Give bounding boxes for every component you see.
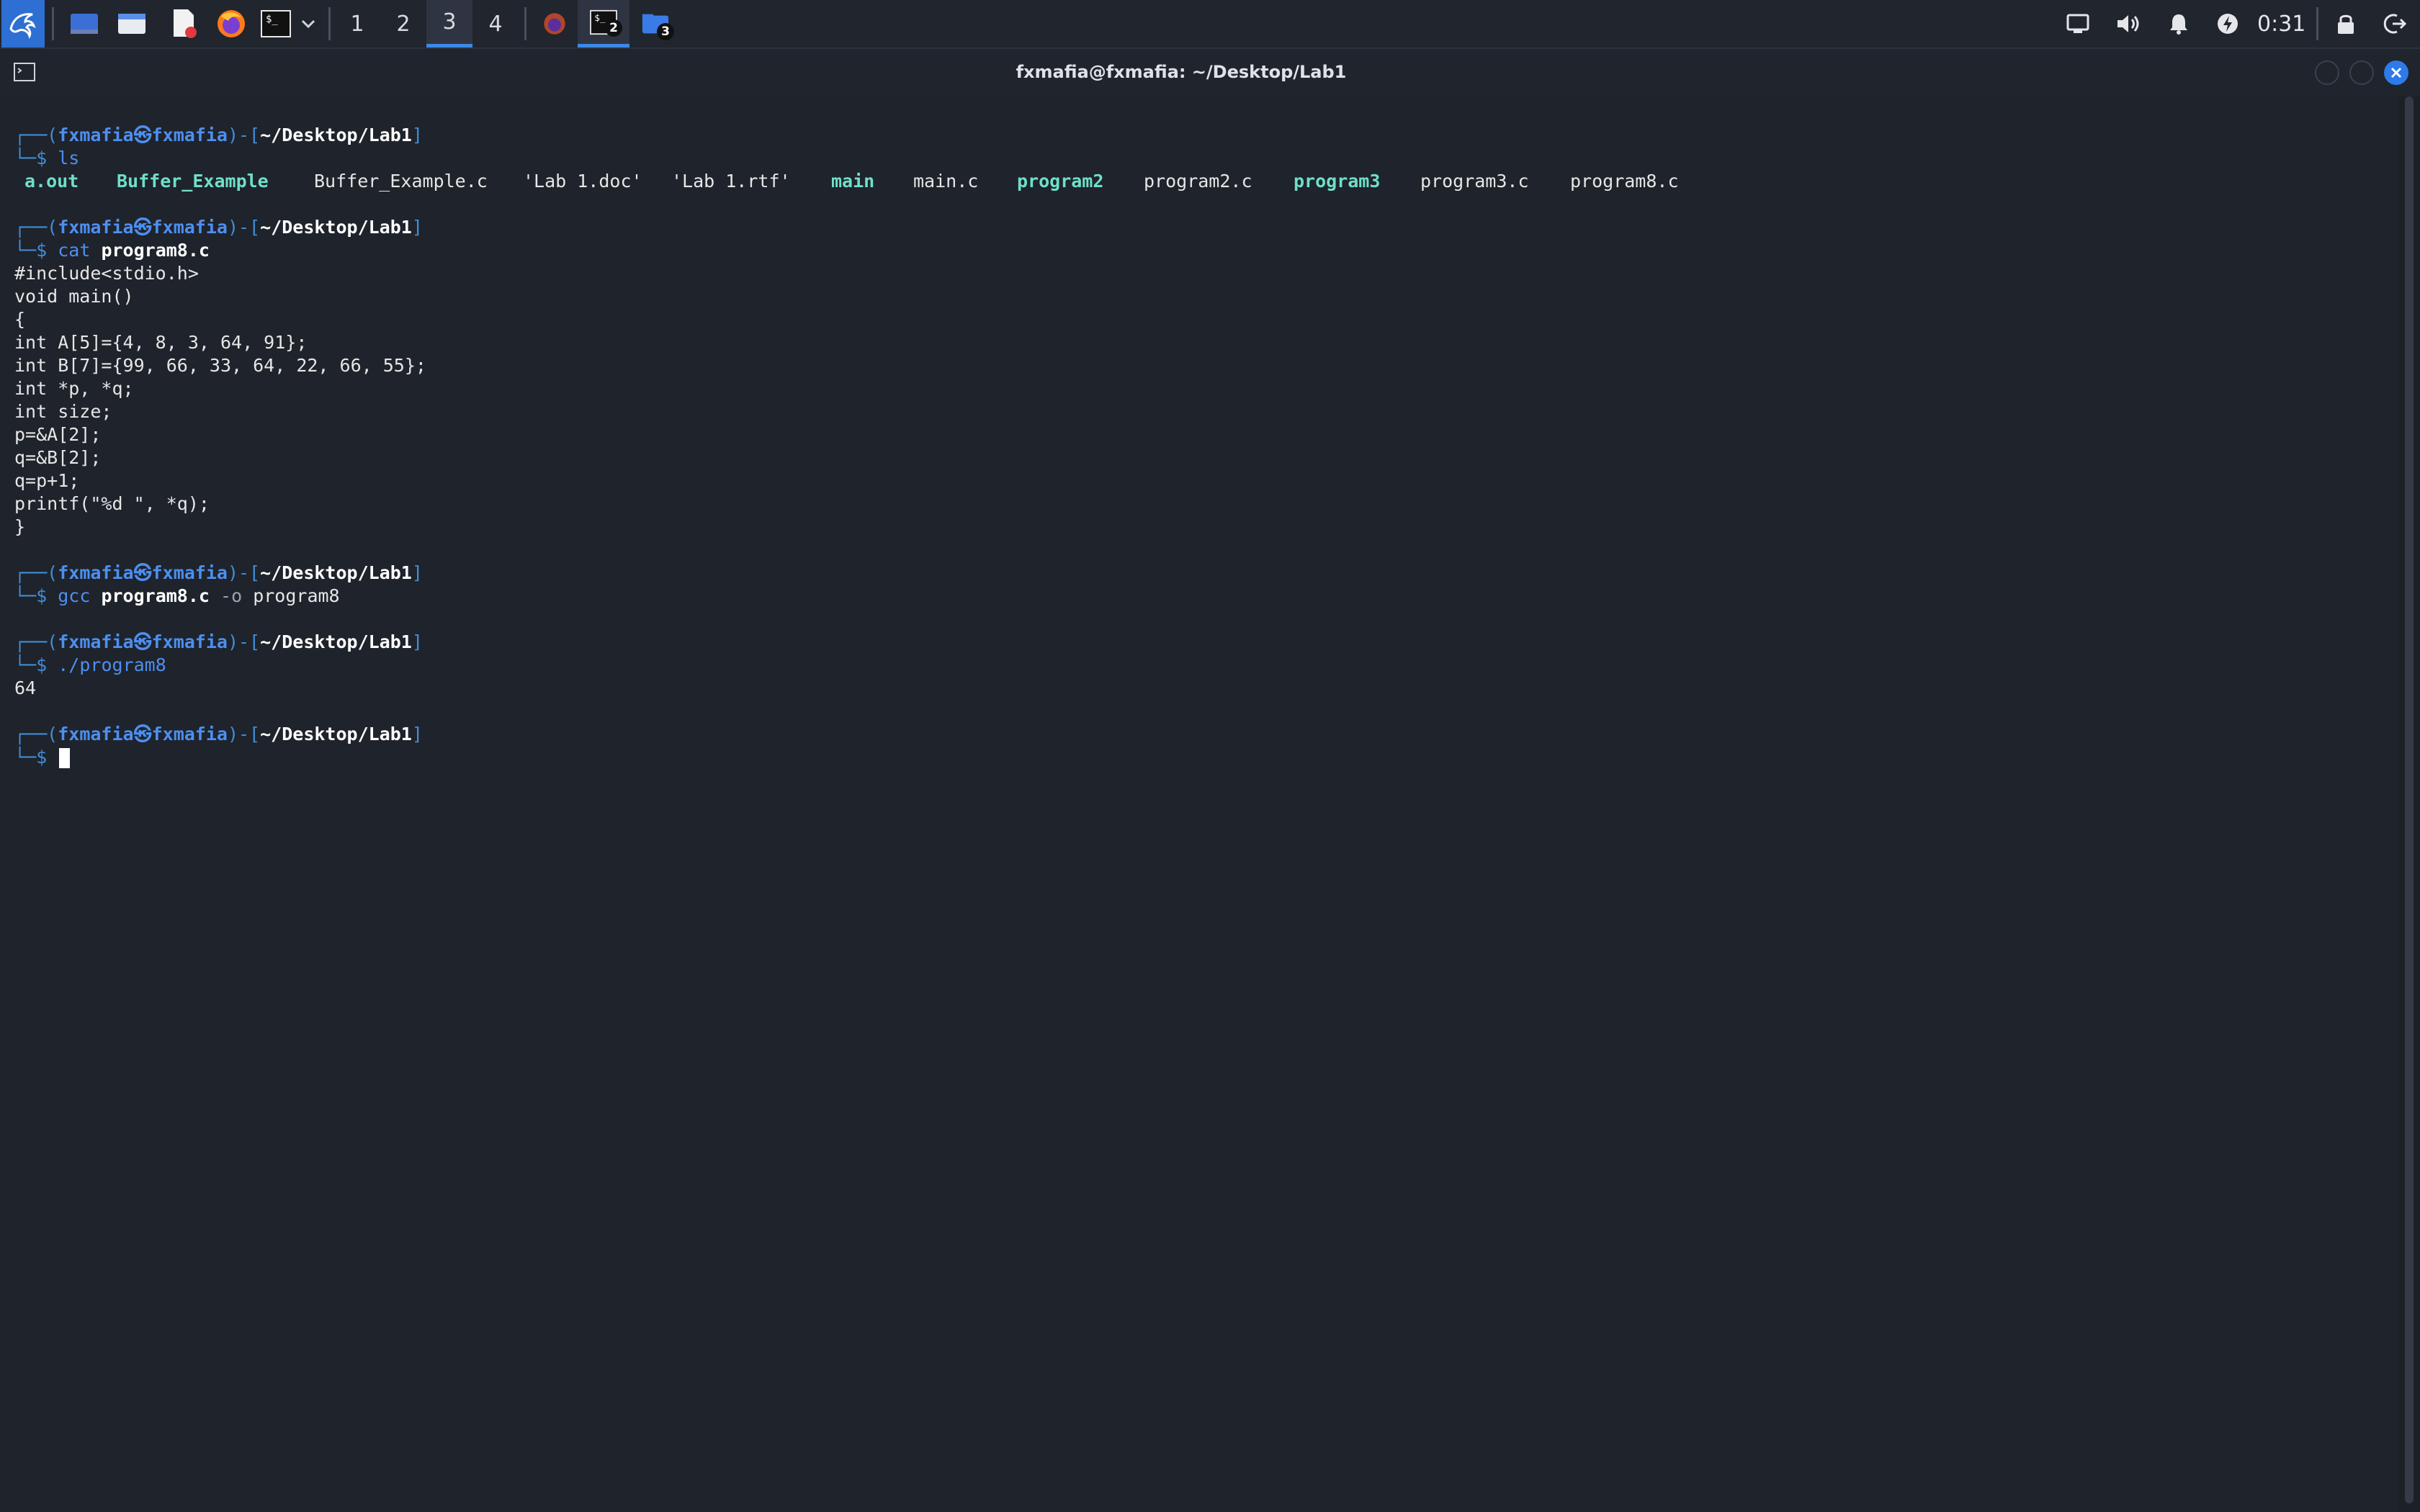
taskbar-terminal-window[interactable]: $_ 2 (578, 0, 629, 48)
speaker-icon (2118, 15, 2139, 32)
logout-button[interactable] (2377, 4, 2413, 43)
window-title: fxmafia@fxmafia: ~/Desktop/Lab1 (1016, 62, 1347, 82)
display-tray-button[interactable] (2060, 4, 2096, 43)
ls-output: a.out Buffer_Example Buffer_Example.c 'L… (24, 170, 1753, 193)
code-line: { (14, 309, 26, 330)
ls-entry: program3.c (1420, 171, 1529, 192)
battery-charging-icon (2218, 14, 2238, 34)
ls-entry: 'Lab 1.rtf' (671, 171, 791, 192)
workspace-2[interactable]: 2 (380, 0, 426, 48)
code-line: q=p+1; (14, 470, 80, 491)
ls-entry: program2.c (1144, 171, 1252, 192)
show-desktop-button[interactable] (66, 4, 102, 43)
code-line: p=&A[2]; (14, 424, 102, 445)
ls-entry: 'Lab 1.doc' (523, 171, 642, 192)
window-count-badge: 2 (605, 19, 622, 37)
text-cursor (59, 748, 71, 768)
code-line: int *p, *q; (14, 378, 134, 399)
close-icon (2390, 67, 2402, 78)
prompt-line: ┌──(fxmafia㉿fxmafia)-[~/Desktop/Lab1] (14, 217, 423, 238)
top-panel: $_ 1 2 3 4 $_ 2 3 0:31 (0, 0, 2420, 49)
panel-separator (52, 7, 54, 40)
workspace-1[interactable]: 1 (334, 0, 380, 48)
kali-menu-button[interactable] (1, 0, 45, 48)
terminal-launcher-dropdown[interactable] (295, 4, 321, 43)
terminal-output-area[interactable] (0, 96, 2398, 1512)
command-line: └─$ gcc program8.c -o program8 (14, 585, 340, 606)
volume-tray-button[interactable] (2110, 4, 2146, 43)
window-count-badge: 3 (657, 23, 674, 40)
svg-text:$_: $_ (594, 12, 606, 23)
firefox-icon (544, 13, 565, 35)
power-tray-button[interactable] (2210, 4, 2246, 43)
firefox-icon (218, 10, 245, 37)
code-line: #include<stdio.h> (14, 263, 199, 284)
logout-icon (2383, 14, 2407, 34)
panel-separator (2316, 7, 2318, 40)
active-command-line[interactable]: └─$ (14, 746, 71, 769)
terminal-launcher[interactable]: $_ (258, 4, 294, 43)
ls-entry: Buffer_Example (117, 171, 269, 192)
command-line: └─$ ls (14, 148, 80, 168)
workspace-3[interactable]: 3 (426, 0, 472, 48)
minimize-button[interactable] (2315, 60, 2339, 85)
text-editor-icon (174, 9, 197, 38)
terminal-scrollbar-thumb[interactable] (2405, 96, 2414, 1503)
prompt-line: ┌──(fxmafia㉿fxmafia)-[~/Desktop/Lab1] (14, 562, 423, 583)
monitor-icon (2066, 14, 2089, 33)
code-line: int B[7]={99, 66, 33, 64, 22, 66, 55}; (14, 355, 426, 376)
chevron-down-icon (301, 19, 315, 29)
terminal-titlebar[interactable]: fxmafia@fxmafia: ~/Desktop/Lab1 (0, 49, 2420, 95)
code-line: } (14, 516, 26, 537)
prompt-line: ┌──(fxmafia㉿fxmafia)-[~/Desktop/Lab1] (14, 125, 423, 145)
ls-entry: a.out (24, 171, 79, 192)
prompt-line: ┌──(fxmafia㉿fxmafia)-[~/Desktop/Lab1] (14, 631, 423, 652)
code-line: int size; (14, 401, 112, 422)
ls-entry: program3 (1294, 171, 1381, 192)
folder-icon (118, 14, 145, 34)
notifications-tray-button[interactable] (2161, 4, 2197, 43)
desktop-icon (71, 14, 98, 34)
workspace-4[interactable]: 4 (472, 0, 519, 48)
lock-screen-button[interactable] (2328, 4, 2364, 43)
code-line: void main() (14, 286, 134, 307)
ls-entry: Buffer_Example.c (314, 171, 488, 192)
command-line: └─$ cat program8.c (14, 240, 210, 261)
clock[interactable]: 0:31 (2257, 0, 2305, 48)
code-line: int A[5]={4, 8, 3, 64, 91}; (14, 332, 308, 353)
prompt-line: ┌──(fxmafia㉿fxmafia)-[~/Desktop/Lab1] (14, 724, 423, 744)
taskbar-files-window[interactable]: 3 (629, 0, 681, 48)
kali-dragon-icon (9, 13, 36, 39)
taskbar-firefox-window[interactable] (529, 0, 581, 48)
panel-separator (328, 7, 331, 40)
ls-entry: main.c (913, 171, 979, 192)
command-line: └─$ ./program8 (14, 654, 166, 675)
svg-text:$_: $_ (266, 14, 278, 25)
file-manager-launcher[interactable] (114, 4, 150, 43)
program-output: 64 (14, 678, 37, 698)
ls-entry: main (831, 171, 875, 192)
terminal-icon: $_ (261, 10, 291, 37)
text-editor-launcher[interactable] (166, 4, 202, 43)
close-button[interactable] (2384, 60, 2408, 85)
ls-entry: program8.c (1570, 171, 1679, 192)
code-line: printf("%d ", *q); (14, 493, 210, 514)
code-line: q=&B[2]; (14, 447, 102, 468)
firefox-launcher[interactable] (213, 4, 249, 43)
bell-icon (2170, 14, 2187, 35)
lock-icon (2338, 14, 2354, 34)
ls-entry: program2 (1017, 171, 1104, 192)
panel-separator (524, 7, 526, 40)
maximize-button[interactable] (2349, 60, 2374, 85)
